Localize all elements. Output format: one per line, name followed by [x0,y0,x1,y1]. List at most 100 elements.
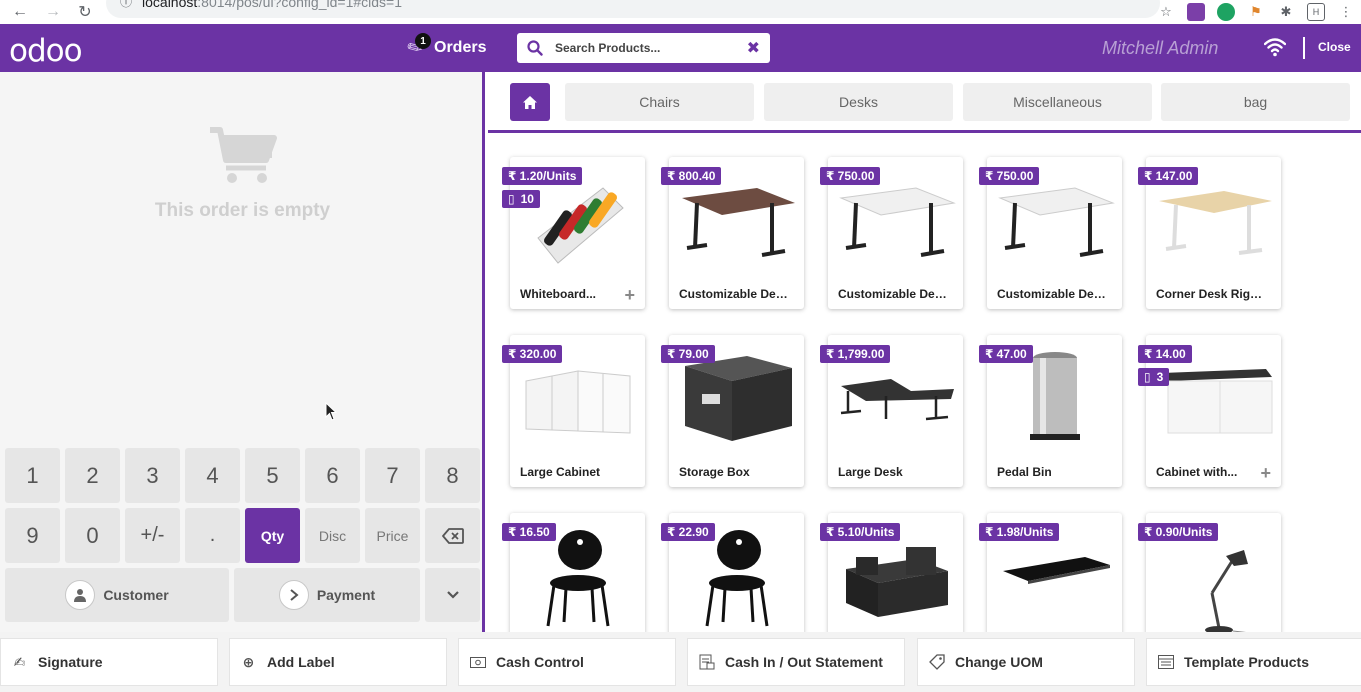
numpad-key-2[interactable]: 2 [65,448,120,503]
product-card[interactable]: ₹ 5.10/Units [820,513,963,632]
product-card[interactable]: ₹ 1.98/Units [979,513,1122,632]
money-icon [469,654,486,671]
close-button[interactable]: Close [1318,40,1351,54]
numpad-key-6[interactable]: 6 [305,448,360,503]
menu-dots-icon[interactable]: ⋮ [1337,3,1355,21]
tag-icon [928,654,945,671]
template-products-button[interactable]: Template Products [1146,638,1361,686]
product-card[interactable]: ₹ 147.00 Corner Desk Right... [1138,157,1281,309]
product-name: Customizable Des... [679,287,789,301]
product-price: ₹ 320.00 [502,345,563,363]
chevron-right-icon [278,580,309,610]
header-divider [1303,37,1305,59]
product-price: ₹ 1.20/Units [502,167,583,185]
product-card[interactable]: ₹ 79.00 Storage Box [661,335,804,487]
customer-button[interactable]: Customer [5,568,229,622]
reload-icon[interactable]: ↻ [70,0,100,24]
category-chairs[interactable]: Chairs [565,83,754,121]
product-stock-badge: ▯ 10 [502,190,540,208]
extension-purple-icon[interactable] [1187,3,1205,21]
product-card[interactable]: ₹ 47.00 Pedal Bin [979,335,1122,487]
category-miscellaneous[interactable]: Miscellaneous [963,83,1152,121]
plus-icon[interactable]: + [624,285,635,306]
cash-control-button[interactable]: Cash Control [458,638,676,686]
control-buttons-bar: ✍ Signature ⊕ Add Label Cash Control Cas… [0,632,1361,692]
product-price: ₹ 750.00 [820,167,881,185]
add-label-button[interactable]: ⊕ Add Label [229,638,447,686]
change-uom-label: Change UOM [955,654,1043,670]
product-card[interactable]: ₹ 0.90/Units [1138,513,1281,632]
puzzle-icon[interactable]: ✱ [1277,3,1295,21]
payment-button[interactable]: Payment [234,568,420,622]
cash-in-out-label: Cash In / Out Statement [725,654,883,670]
address-bar[interactable]: ⓘ localhost:8014/pos/ui?config_id=1#cids… [106,0,1160,18]
backspace-icon[interactable] [425,508,480,563]
numpad-key-1[interactable]: 1 [5,448,60,503]
numpad-key-9[interactable]: 9 [5,508,60,563]
mouse-cursor-icon [325,402,337,421]
numpad-mode-qty[interactable]: Qty [245,508,300,563]
product-card[interactable]: ₹ 750.00 Customizable Des... [820,157,963,309]
product-grid: ₹ 1.20/Units ▯ 10 Whiteboard... + ₹ 800.4… [488,136,1361,632]
list-icon [1157,654,1174,671]
signature-icon: ✍ [13,653,26,670]
numpad-key-7[interactable]: 7 [365,448,420,503]
category-desks[interactable]: Desks [764,83,953,121]
extension-green-icon[interactable] [1217,3,1235,21]
product-price: ₹ 47.00 [979,345,1033,363]
product-card[interactable]: ₹ 800.40 Customizable Des... [661,157,804,309]
extension-icons: ☆ ⚑ ✱ H ⋮ [1157,0,1355,24]
product-name: Large Desk [838,465,903,479]
back-icon[interactable]: ← [5,0,35,24]
product-card[interactable]: ₹ 750.00 Customizable Des... [979,157,1122,309]
product-name: Customizable Des... [838,287,948,301]
numpad-mode-disc[interactable]: Disc [305,508,360,563]
chevron-down-icon [446,591,459,599]
numpad-key-3[interactable]: 3 [125,448,180,503]
signature-button[interactable]: ✍ Signature [0,638,218,686]
product-card[interactable]: ₹ 22.90 [661,513,804,632]
product-card[interactable]: ₹ 1.20/Units ▯ 10 Whiteboard... + [502,157,645,309]
change-uom-button[interactable]: Change UOM [917,638,1135,686]
product-name: Whiteboard... [520,287,596,301]
home-icon [523,95,537,109]
home-category-button[interactable] [510,83,550,121]
numpad-mode-price[interactable]: Price [365,508,420,563]
search-input[interactable] [555,41,747,55]
numpad-plus-minus[interactable]: +/- [125,508,180,563]
wifi-icon [1264,38,1286,57]
numpad-key-0[interactable]: 0 [65,508,120,563]
url-text: localhost:8014/pos/ui?config_id=1#cids=1 [142,0,402,10]
clear-search-icon[interactable]: ✖ [747,38,760,58]
product-price: ₹ 1.98/Units [979,523,1060,541]
add-label-label: Add Label [267,654,335,670]
info-icon: ⓘ [120,0,133,9]
more-options-button[interactable] [425,568,480,622]
product-card[interactable]: ₹ 14.00 ▯ 3 Cabinet with... + [1138,335,1281,487]
clipboard-icon: ▯ [508,192,515,206]
product-price: ₹ 16.50 [502,523,556,541]
extension-box-icon[interactable]: H [1307,3,1325,21]
product-card[interactable]: ₹ 16.50 [502,513,645,632]
forward-icon[interactable]: → [38,0,68,24]
browser-toolbar: ← → ↻ ⓘ localhost:8014/pos/ui?config_id=… [0,0,1361,24]
numpad-decimal[interactable]: . [185,508,240,563]
star-icon[interactable]: ☆ [1157,3,1175,21]
plus-icon[interactable]: + [1260,463,1271,484]
empty-order-text: This order is empty [154,200,331,221]
product-card[interactable]: ₹ 320.00 Large Cabinet [502,335,645,487]
cash-in-out-button[interactable]: Cash In / Out Statement [687,638,905,686]
product-price: ₹ 0.90/Units [1138,523,1219,541]
numpad-key-5[interactable]: 5 [245,448,300,503]
template-products-label: Template Products [1184,654,1309,670]
product-price: ₹ 750.00 [979,167,1040,185]
category-bag[interactable]: bag [1161,83,1350,121]
numpad-key-4[interactable]: 4 [185,448,240,503]
product-name: Cabinet with... [1156,465,1238,479]
numpad: 1 2 3 4 5 6 7 8 9 0 +/- . Qty Disc Price [5,448,480,622]
product-image [1146,533,1281,632]
numpad-key-8[interactable]: 8 [425,448,480,503]
product-card[interactable]: ₹ 1,799.00 Large Desk [820,335,963,487]
extension-orange-icon[interactable]: ⚑ [1247,3,1265,21]
product-price: ₹ 147.00 [1138,167,1199,185]
